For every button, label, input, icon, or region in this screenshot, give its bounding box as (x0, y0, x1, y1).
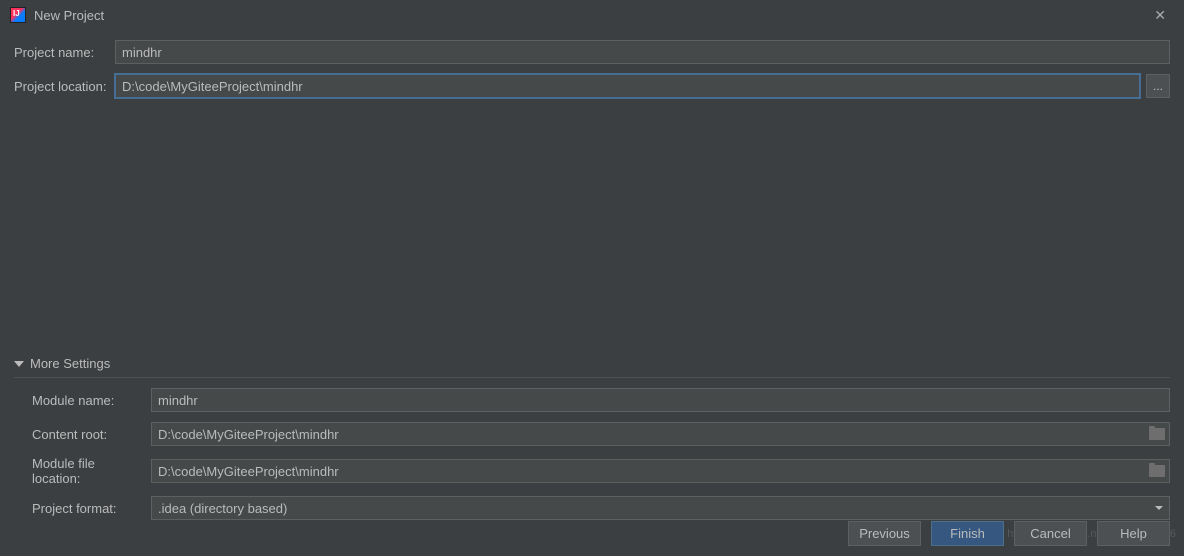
project-location-input[interactable] (115, 74, 1140, 98)
project-name-label: Project name: (14, 45, 109, 60)
content-root-input[interactable]: D:\code\MyGiteeProject\mindhr (151, 422, 1170, 446)
more-settings-label: More Settings (30, 356, 110, 371)
button-bar: Previous Finish Cancel Help (848, 521, 1170, 546)
module-name-label: Module name: (32, 393, 145, 408)
browse-button[interactable]: ... (1146, 74, 1170, 98)
previous-button[interactable]: Previous (848, 521, 921, 546)
module-file-label: Module file location: (32, 456, 145, 486)
module-file-value: D:\code\MyGiteeProject\mindhr (158, 464, 339, 479)
finish-button[interactable]: Finish (931, 521, 1004, 546)
content-root-label: Content root: (32, 427, 145, 442)
project-location-label: Project location: (14, 79, 109, 94)
module-name-input[interactable] (151, 388, 1170, 412)
titlebar: New Project ✕ (0, 0, 1184, 30)
content-root-value: D:\code\MyGiteeProject\mindhr (158, 427, 339, 442)
chevron-down-icon (1155, 506, 1163, 510)
project-format-label: Project format: (32, 501, 145, 516)
chevron-down-icon (14, 361, 24, 367)
help-button[interactable]: Help (1097, 521, 1170, 546)
window-title: New Project (34, 8, 104, 23)
module-file-input[interactable]: D:\code\MyGiteeProject\mindhr (151, 459, 1170, 483)
project-format-select[interactable]: .idea (directory based) (151, 496, 1170, 520)
folder-icon[interactable] (1149, 428, 1165, 440)
more-settings-section: More Settings Module name: Content root:… (14, 356, 1170, 530)
more-settings-toggle[interactable]: More Settings (14, 356, 1170, 378)
folder-icon[interactable] (1149, 465, 1165, 477)
project-name-input[interactable] (115, 40, 1170, 64)
cancel-button[interactable]: Cancel (1014, 521, 1087, 546)
form-area: Project name: Project location: ... (0, 30, 1184, 118)
project-format-value: .idea (directory based) (158, 501, 287, 516)
close-icon[interactable]: ✕ (1146, 1, 1174, 30)
intellij-icon (10, 7, 26, 23)
